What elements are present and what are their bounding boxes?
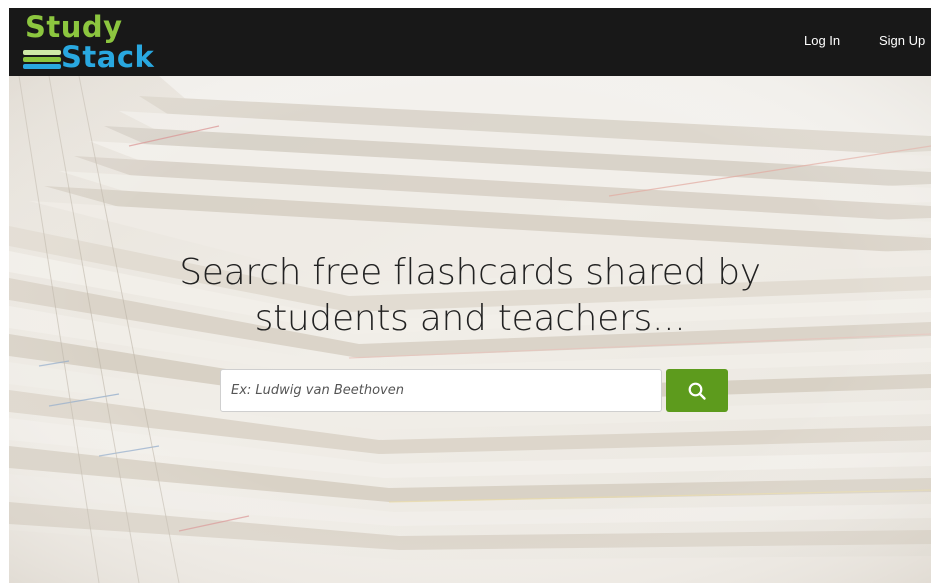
hero-headline-line1: Search free flashcards shared by	[179, 252, 761, 293]
page: Study Stack Log In Sign Up Search free f…	[9, 8, 931, 583]
search-bar	[220, 369, 728, 412]
search-button[interactable]	[666, 369, 728, 412]
search-icon	[688, 382, 706, 400]
logo-word-study: Study	[25, 10, 123, 44]
login-link[interactable]: Log In	[804, 33, 840, 48]
logo-word-stack: Stack	[61, 40, 155, 74]
hero-section: Search free flashcards shared by student…	[9, 76, 931, 583]
studystack-logo[interactable]: Study Stack	[21, 10, 169, 74]
hero-headline: Search free flashcards shared by student…	[9, 250, 931, 342]
top-navbar: Study Stack Log In Sign Up	[9, 8, 931, 76]
logo-bars-icon	[23, 46, 61, 70]
hero-headline-line2: students and teachers...	[254, 298, 686, 339]
search-input[interactable]	[220, 369, 662, 412]
signup-link[interactable]: Sign Up	[879, 33, 925, 48]
